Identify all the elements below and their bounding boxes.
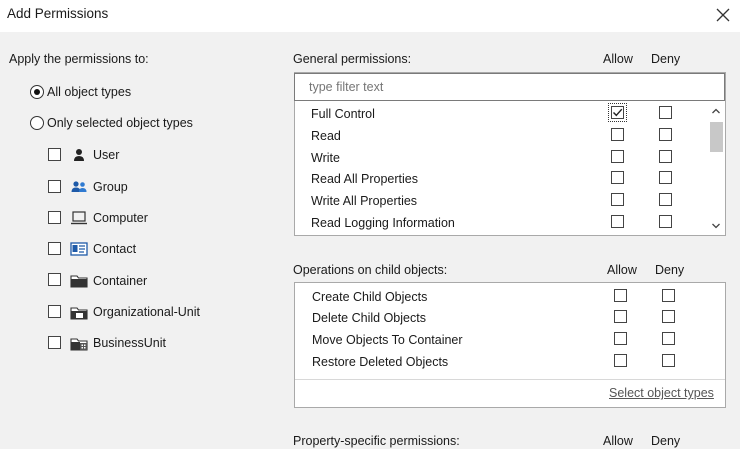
child-operations-label: Operations on child objects: [293,263,448,277]
close-icon [716,8,730,22]
deny-write-checkbox[interactable] [659,150,672,163]
property-deny-header: Deny [651,434,681,448]
folder-icon [70,275,88,288]
contact-label: Contact [93,242,137,256]
deny-restore-deleted-objects-checkbox[interactable] [662,354,675,367]
group-icon [71,181,87,192]
perm-label-write: Write [311,151,340,165]
allow-restore-deleted-objects-checkbox[interactable] [614,354,627,367]
computer-checkbox[interactable] [48,211,61,224]
perm-label-read-logging-information: Read Logging Information [311,216,455,230]
deny-delete-child-objects-checkbox[interactable] [662,310,675,323]
allow-write-checkbox[interactable] [611,150,624,163]
allow-delete-child-objects-checkbox[interactable] [614,310,627,323]
child-label-delete-child-objects: Delete Child Objects [312,311,426,325]
general-permissions-label: General permissions: [293,52,412,66]
deny-read-all-properties-checkbox[interactable] [659,171,672,184]
general-deny-header: Deny [651,52,681,66]
dialog-title: Add Permissions [7,6,109,21]
allow-read-checkbox[interactable] [611,128,624,141]
close-button[interactable] [710,2,736,28]
folder-icon [70,307,88,320]
computer-label: Computer [93,211,148,225]
child-label-create-child-objects: Create Child Objects [312,290,428,304]
child-deny-header: Deny [655,263,685,277]
select-object-types-link[interactable]: Select object types [609,386,714,400]
scroll-up-icon[interactable] [711,106,721,116]
deny-read-checkbox[interactable] [659,128,672,141]
businessunit-label: BusinessUnit [93,336,166,350]
perm-label-full-control: Full Control [311,107,375,121]
allow-full-control-checkbox[interactable] [608,103,627,122]
user-checkbox[interactable] [48,148,61,161]
radio-only-selected-types-label[interactable]: Only selected object types [47,116,193,130]
child-panel-divider [295,379,725,380]
user-icon [74,149,84,161]
perm-label-write-all-properties: Write All Properties [311,194,418,208]
user-label: User [93,148,120,162]
contact-icon [70,242,88,256]
radio-all-object-types[interactable] [30,85,44,99]
organizational-unit-checkbox[interactable] [48,305,61,318]
deny-write-all-properties-checkbox[interactable] [659,193,672,206]
child-label-move-objects-to-container: Move Objects To Container [312,333,463,347]
allow-write-all-properties-checkbox[interactable] [611,193,624,206]
container-checkbox[interactable] [48,273,61,286]
deny-full-control-checkbox[interactable] [659,106,672,119]
radio-all-object-types-label[interactable]: All object types [47,85,131,99]
scrollbar-thumb[interactable] [710,122,723,152]
radio-only-selected-types[interactable] [30,116,44,130]
computer-icon [71,211,87,225]
organizational-unit-label: Organizational-Unit [93,305,200,319]
allow-read-all-properties-checkbox[interactable] [611,171,624,184]
apply-to-label: Apply the permissions to: [9,52,149,66]
property-allow-header: Allow [603,434,633,448]
contact-checkbox[interactable] [48,242,61,255]
deny-read-logging-information-checkbox[interactable] [659,215,672,228]
filter-input[interactable] [309,75,719,99]
title-bar: Add Permissions [0,0,740,32]
group-label: Group [93,180,128,194]
allow-move-objects-to-container-checkbox[interactable] [614,332,627,345]
businessunit-checkbox[interactable] [48,336,61,349]
property-permissions-label: Property-specific permissions: [293,434,460,448]
child-label-restore-deleted-objects: Restore Deleted Objects [312,355,449,369]
deny-move-objects-to-container-checkbox[interactable] [662,332,675,345]
container-label: Container [93,274,148,288]
allow-read-logging-information-checkbox[interactable] [611,215,624,228]
permissions-scrollbar[interactable] [707,102,725,235]
child-allow-header: Allow [607,263,637,277]
filter-field[interactable] [294,73,725,101]
allow-create-child-objects-checkbox[interactable] [614,289,627,302]
building-icon [70,338,88,351]
perm-label-read: Read [311,129,341,143]
group-checkbox[interactable] [48,180,61,193]
deny-create-child-objects-checkbox[interactable] [662,289,675,302]
scroll-down-icon[interactable] [711,221,721,231]
general-allow-header: Allow [603,52,633,66]
perm-label-read-all-properties: Read All Properties [311,172,419,186]
checkmark-icon [613,108,623,117]
